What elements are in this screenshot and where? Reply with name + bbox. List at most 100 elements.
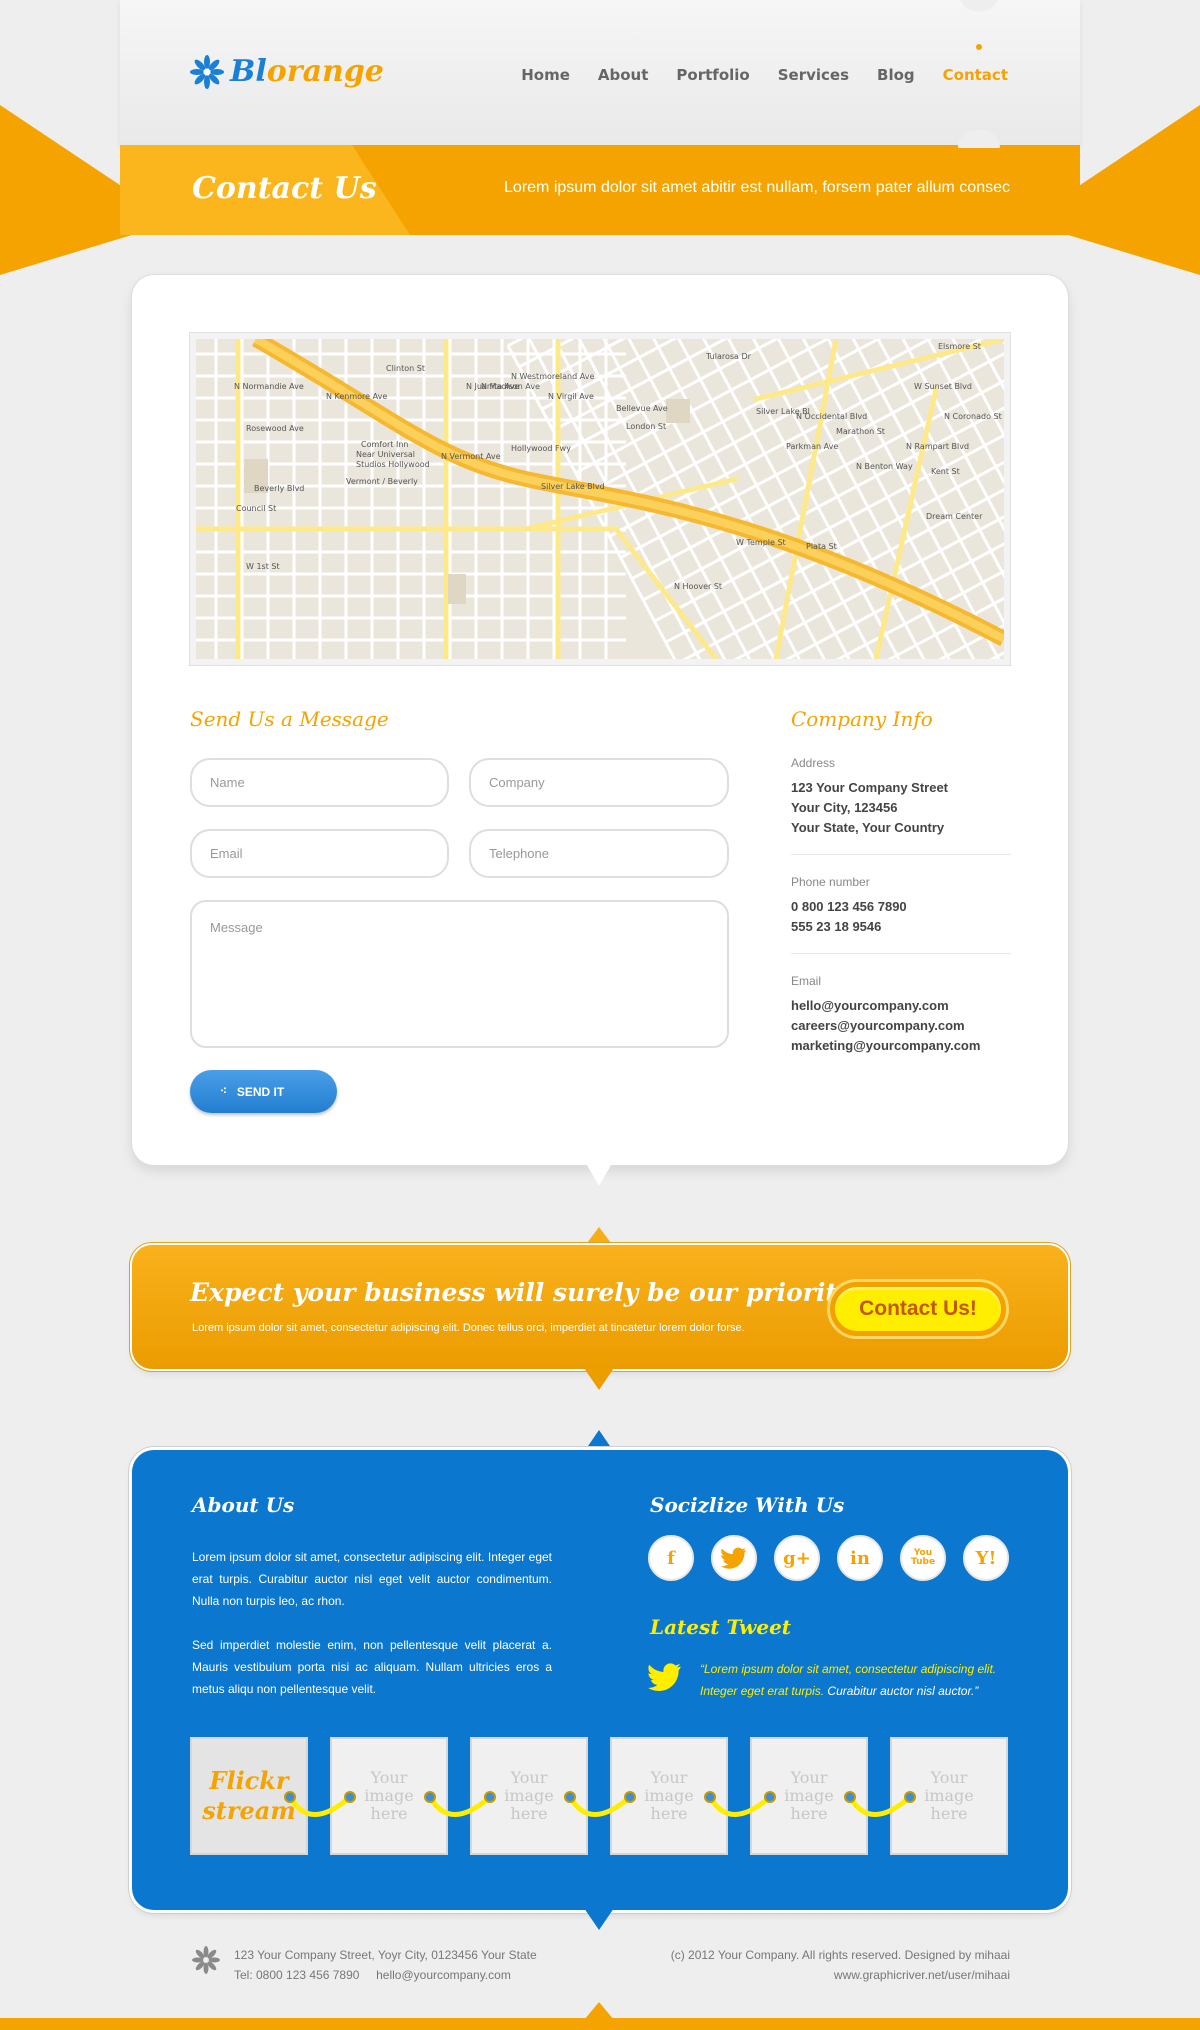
flickr-stream-label: Flickr stream [190,1737,308,1855]
map-label: N Coronado St [944,412,1002,421]
email-label: Email [791,974,822,988]
page-title: Contact Us [192,171,377,206]
nav-services[interactable]: Services [778,66,849,84]
facebook-icon[interactable]: f [648,1535,694,1581]
ribbon-right-decoration [1060,105,1200,275]
cta-title: Expect your business will surely be our … [190,1278,863,1307]
blue-notch-bottom [584,1908,614,1930]
flickr-photo-3[interactable]: Your image here [610,1737,728,1855]
map-label: Elsmore St [938,342,981,351]
flickr-photo-text: here [650,1804,688,1823]
logo-text: Blorange [230,54,384,89]
map-label: Clinton St [386,364,425,373]
map-label: Kent St [931,467,960,476]
flickr-photo-text: image [364,1786,414,1805]
company-info-title: Company Info [791,707,933,731]
flickr-photo-5[interactable]: Your image here [890,1737,1008,1855]
flickr-photo-text: here [790,1804,828,1823]
flickr-photo-2[interactable]: Your image here [470,1737,588,1855]
telephone-input[interactable]: Telephone [469,829,729,878]
flickr-title-line1: Flickr [209,1766,289,1795]
cta-notch-top [584,1227,614,1247]
phone-label: Phone number [791,875,870,889]
google-plus-icon[interactable]: g+ [774,1535,820,1581]
twitter-icon[interactable] [711,1535,757,1581]
cta-notch-bottom [584,1368,614,1390]
map-label: Hollywood Fwy [511,444,571,453]
flickr-photo-text: here [370,1804,408,1823]
map-label: W Sunset Blvd [914,382,972,391]
email-line-2[interactable]: careers@yourcompany.com [791,1016,1011,1036]
tweet-rest: Curabitur auctor nisl auctor.” [824,1684,979,1698]
google-plus-glyph: g+ [783,1547,811,1569]
footer-contact: 123 Your Company Street, Yoyr City, 0123… [234,1945,537,1985]
contact-us-button[interactable]: Contact Us! [830,1282,1006,1336]
map-label: N Normandie Ave [234,382,304,391]
nav-home[interactable]: Home [521,66,570,84]
yahoo-glyph: Y! [975,1547,997,1569]
nav-contact[interactable]: Contact [943,66,1008,84]
nav-portfolio[interactable]: Portfolio [676,66,749,84]
flickr-photo-text: Your [930,1768,968,1787]
logo-text-part1: Bl [230,54,267,89]
flickr-photo-1[interactable]: Your image here [330,1737,448,1855]
location-map[interactable]: Clinton St Rosewood Ave Comfort Inn Near Un… [190,333,1010,665]
email-input[interactable]: Email [190,829,449,878]
youtube-icon[interactable]: You Tube [900,1535,946,1581]
address-line-3: Your State, Your Country [791,820,945,835]
flickr-photo-text: here [510,1804,548,1823]
company-info: Address 123 Your Company Street Your Cit… [791,756,1011,1056]
footer-logo-icon [192,1946,220,1974]
map-label: Tularosa Dr [705,352,752,361]
map-label: N Juanita Ave [466,382,519,391]
flickr-photo-text: Your [650,1768,688,1787]
banner-subtitle: Lorem ipsum dolor sit amet abitir est nu… [504,179,1010,196]
bottom-accent-bar [0,2018,1200,2030]
info-divider [791,854,1011,855]
nav-blog[interactable]: Blog [877,66,915,84]
cta-subtitle: Lorem ipsum dolor sit amet, consectetur … [192,1322,745,1334]
name-input[interactable]: Name [190,758,449,807]
youtube-glyph: You Tube [911,1548,936,1567]
map-label: W 1st St [246,562,280,571]
flickr-title-line2: stream [202,1796,296,1825]
map-label: Rosewood Ave [246,424,304,433]
card-notch [584,1160,614,1186]
logo-flower-icon [190,54,224,89]
address-line-1: 123 Your Company Street [791,780,949,795]
linkedin-icon[interactable]: in [837,1535,883,1581]
footer-credits: (c) 2012 Your Company. All rights reserv… [671,1945,1010,1985]
social-title: Socizlize With Us [650,1493,845,1517]
address-label: Address [791,756,836,770]
flickr-photo-text: image [784,1786,834,1805]
flickr-photo-4[interactable]: Your image here [750,1737,868,1855]
footer-phone: Tel: 0800 123 456 7890 [234,1968,360,1982]
send-button[interactable]: ⁖ SEND IT [190,1070,337,1113]
company-input[interactable]: Company [469,758,729,807]
about-paragraph-1: Lorem ipsum dolor sit amet, consectetur … [192,1550,552,1608]
map-label: N Vermont Ave [441,452,501,461]
footer-email[interactable]: hello@yourcompany.com [376,1968,511,1982]
nav-about[interactable]: About [598,66,649,84]
phone-line-1: 0 800 123 456 7890 [791,899,907,914]
flickr-photo-text: here [930,1804,968,1823]
twitter-bird-icon [721,1547,746,1569]
map-svg: Clinton St Rosewood Ave Comfort InnNear Un… [196,339,1004,659]
message-textarea[interactable]: Message [190,900,729,1048]
email-line-1[interactable]: hello@yourcompany.com [791,996,1011,1016]
email-line-3[interactable]: marketing@yourcompany.com [791,1036,1011,1056]
about-paragraph-2: Sed imperdiet molestie enim, non pellent… [192,1638,552,1696]
logo[interactable]: Blorange [190,54,384,89]
flickr-photo-text: image [924,1786,974,1805]
tweet-bird-icon [648,1663,681,1691]
map-label: N Kenmore Ave [326,392,387,401]
footer-phone-email: Tel: 0800 123 456 7890 hello@yourcompany… [234,1965,537,1985]
yahoo-icon[interactable]: Y! [963,1535,1009,1581]
map-label: N Benton Way [856,462,913,471]
map-label: Dream Center [926,512,983,521]
map-label: N Occidental Blvd [796,412,867,421]
map-label: Plata St [806,542,837,551]
map-label: Vermont / Beverly [346,477,418,486]
footer-url[interactable]: www.graphicriver.net/user/mihaai [671,1965,1010,1985]
facebook-glyph: f [667,1547,675,1569]
